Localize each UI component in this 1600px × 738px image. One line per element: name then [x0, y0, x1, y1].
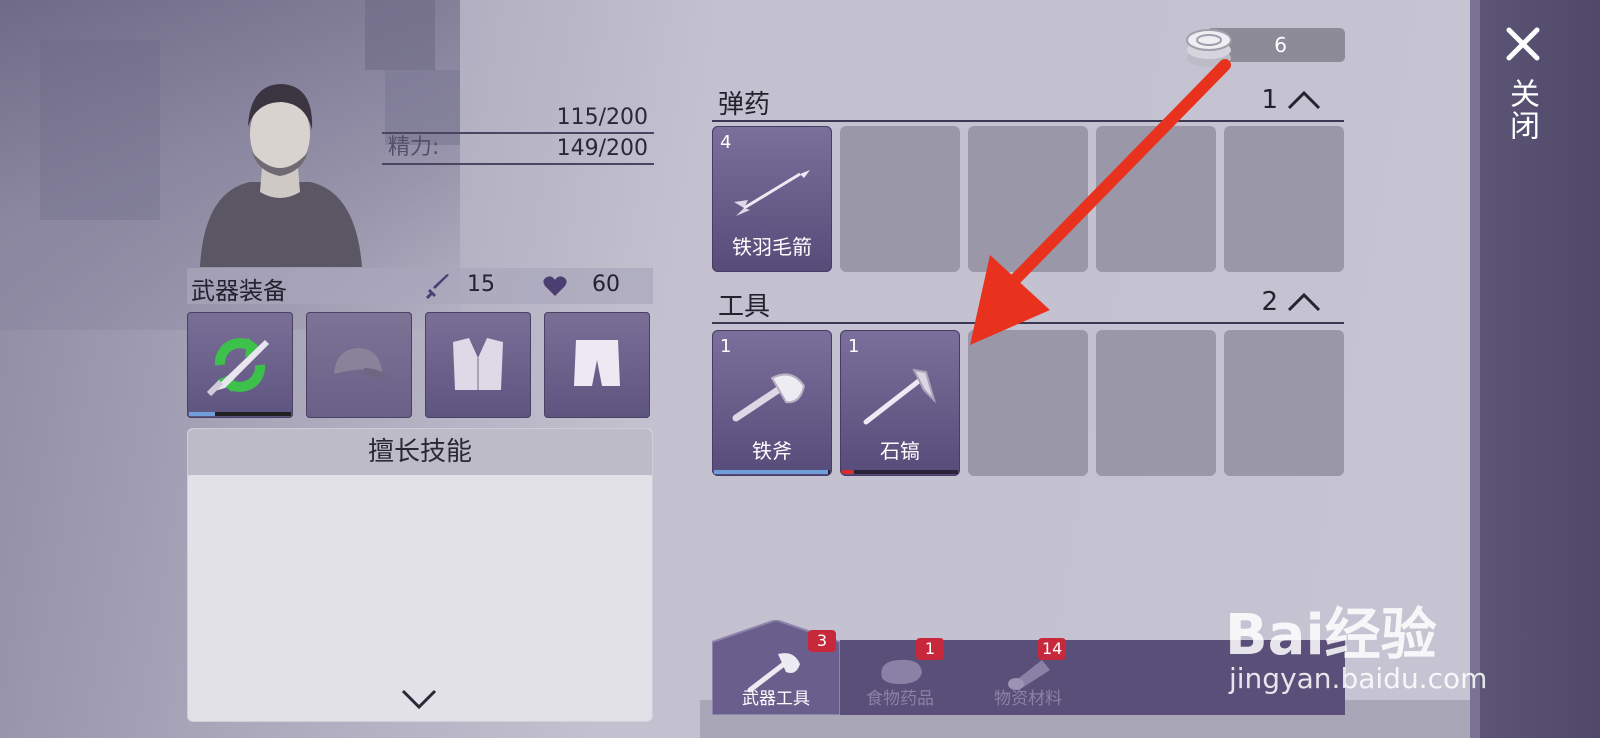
tab-label: 武器工具	[742, 689, 810, 709]
close-button[interactable]	[1505, 26, 1541, 62]
tab-materials[interactable]: 14 物资材料	[968, 638, 1088, 715]
heart-icon	[543, 276, 567, 296]
item-count: 4	[720, 132, 732, 153]
section-count: 1	[1261, 85, 1278, 115]
section-count: 2	[1261, 287, 1278, 317]
item-count: 1	[720, 336, 732, 357]
sword-icon	[425, 274, 449, 300]
equipment-bar: 武器装备 15 60	[187, 268, 653, 305]
axe-icon	[732, 373, 806, 422]
section-title: 工具	[718, 292, 771, 322]
empty-slot[interactable]	[1096, 126, 1216, 272]
close-panel-edge	[1470, 0, 1480, 738]
empty-slot[interactable]	[1224, 330, 1344, 476]
skills-panel: 擅长技能	[187, 428, 653, 722]
equip-slot-head[interactable]	[306, 312, 412, 418]
equip-slot-body[interactable]	[425, 312, 531, 418]
item-slot-axe[interactable]: 1 铁斧	[712, 330, 832, 476]
tab-weapon-tool[interactable]: 3 武器工具	[712, 620, 840, 715]
shorts-icon	[574, 340, 620, 386]
stat-value: 149/200	[556, 136, 648, 161]
tab-badge: 1	[916, 638, 944, 660]
equip-slot-legs[interactable]	[544, 312, 650, 418]
character-portrait	[190, 72, 370, 267]
stat-row-energy: 精力: 149/200	[382, 131, 654, 165]
arrow-icon	[734, 170, 810, 216]
empty-slot[interactable]	[1224, 126, 1344, 272]
item-name: 铁羽毛箭	[732, 235, 812, 259]
equipment-title: 武器装备	[191, 277, 287, 305]
stat-label: 精力:	[388, 135, 440, 160]
cap-icon	[334, 348, 390, 378]
durability-bar	[714, 470, 830, 474]
health-value: 60	[592, 272, 620, 297]
tab-label: 物资材料	[994, 689, 1062, 709]
tab-food[interactable]: 1 食物药品	[840, 638, 960, 715]
item-name: 铁斧	[752, 439, 792, 463]
chevron-up-icon[interactable]	[1286, 88, 1322, 112]
durability-bar	[189, 412, 291, 416]
attack-value: 15	[467, 272, 495, 297]
item-name: 石镐	[880, 439, 920, 463]
empty-slot[interactable]	[840, 126, 960, 272]
tab-badge: 14	[1038, 638, 1067, 660]
close-label[interactable]: 关闭	[1504, 78, 1539, 142]
item-count: 1	[848, 336, 860, 357]
item-slot-arrow[interactable]: 4 铁羽毛箭	[712, 126, 832, 272]
chevron-down-icon[interactable]	[399, 687, 439, 711]
section-ammo: 弹药 1	[712, 85, 1344, 122]
coin-count: 6	[1274, 33, 1287, 57]
close-icon	[1506, 27, 1540, 61]
empty-slot[interactable]	[968, 330, 1088, 476]
chevron-up-icon[interactable]	[1286, 290, 1322, 314]
durability-bar	[842, 470, 958, 474]
pickaxe-icon	[863, 368, 937, 425]
machete-icon	[206, 340, 269, 397]
skills-title: 擅长技能	[188, 429, 652, 475]
item-slot-pickaxe[interactable]: 1 石镐	[840, 330, 960, 476]
tab-badge: 3	[808, 630, 836, 652]
category-tabbar: 1 食物药品 14 物资材料	[840, 638, 1345, 715]
empty-slot[interactable]	[1096, 330, 1216, 476]
coin-stack-icon	[1186, 29, 1232, 67]
stat-value: 115/200	[556, 105, 648, 130]
vest-icon	[453, 338, 503, 390]
tab-label: 食物药品	[866, 689, 934, 709]
empty-slot[interactable]	[968, 126, 1088, 272]
section-title: 弹药	[718, 90, 771, 120]
equip-slot-weapon[interactable]	[187, 312, 293, 418]
section-tools: 工具 2	[712, 287, 1344, 324]
